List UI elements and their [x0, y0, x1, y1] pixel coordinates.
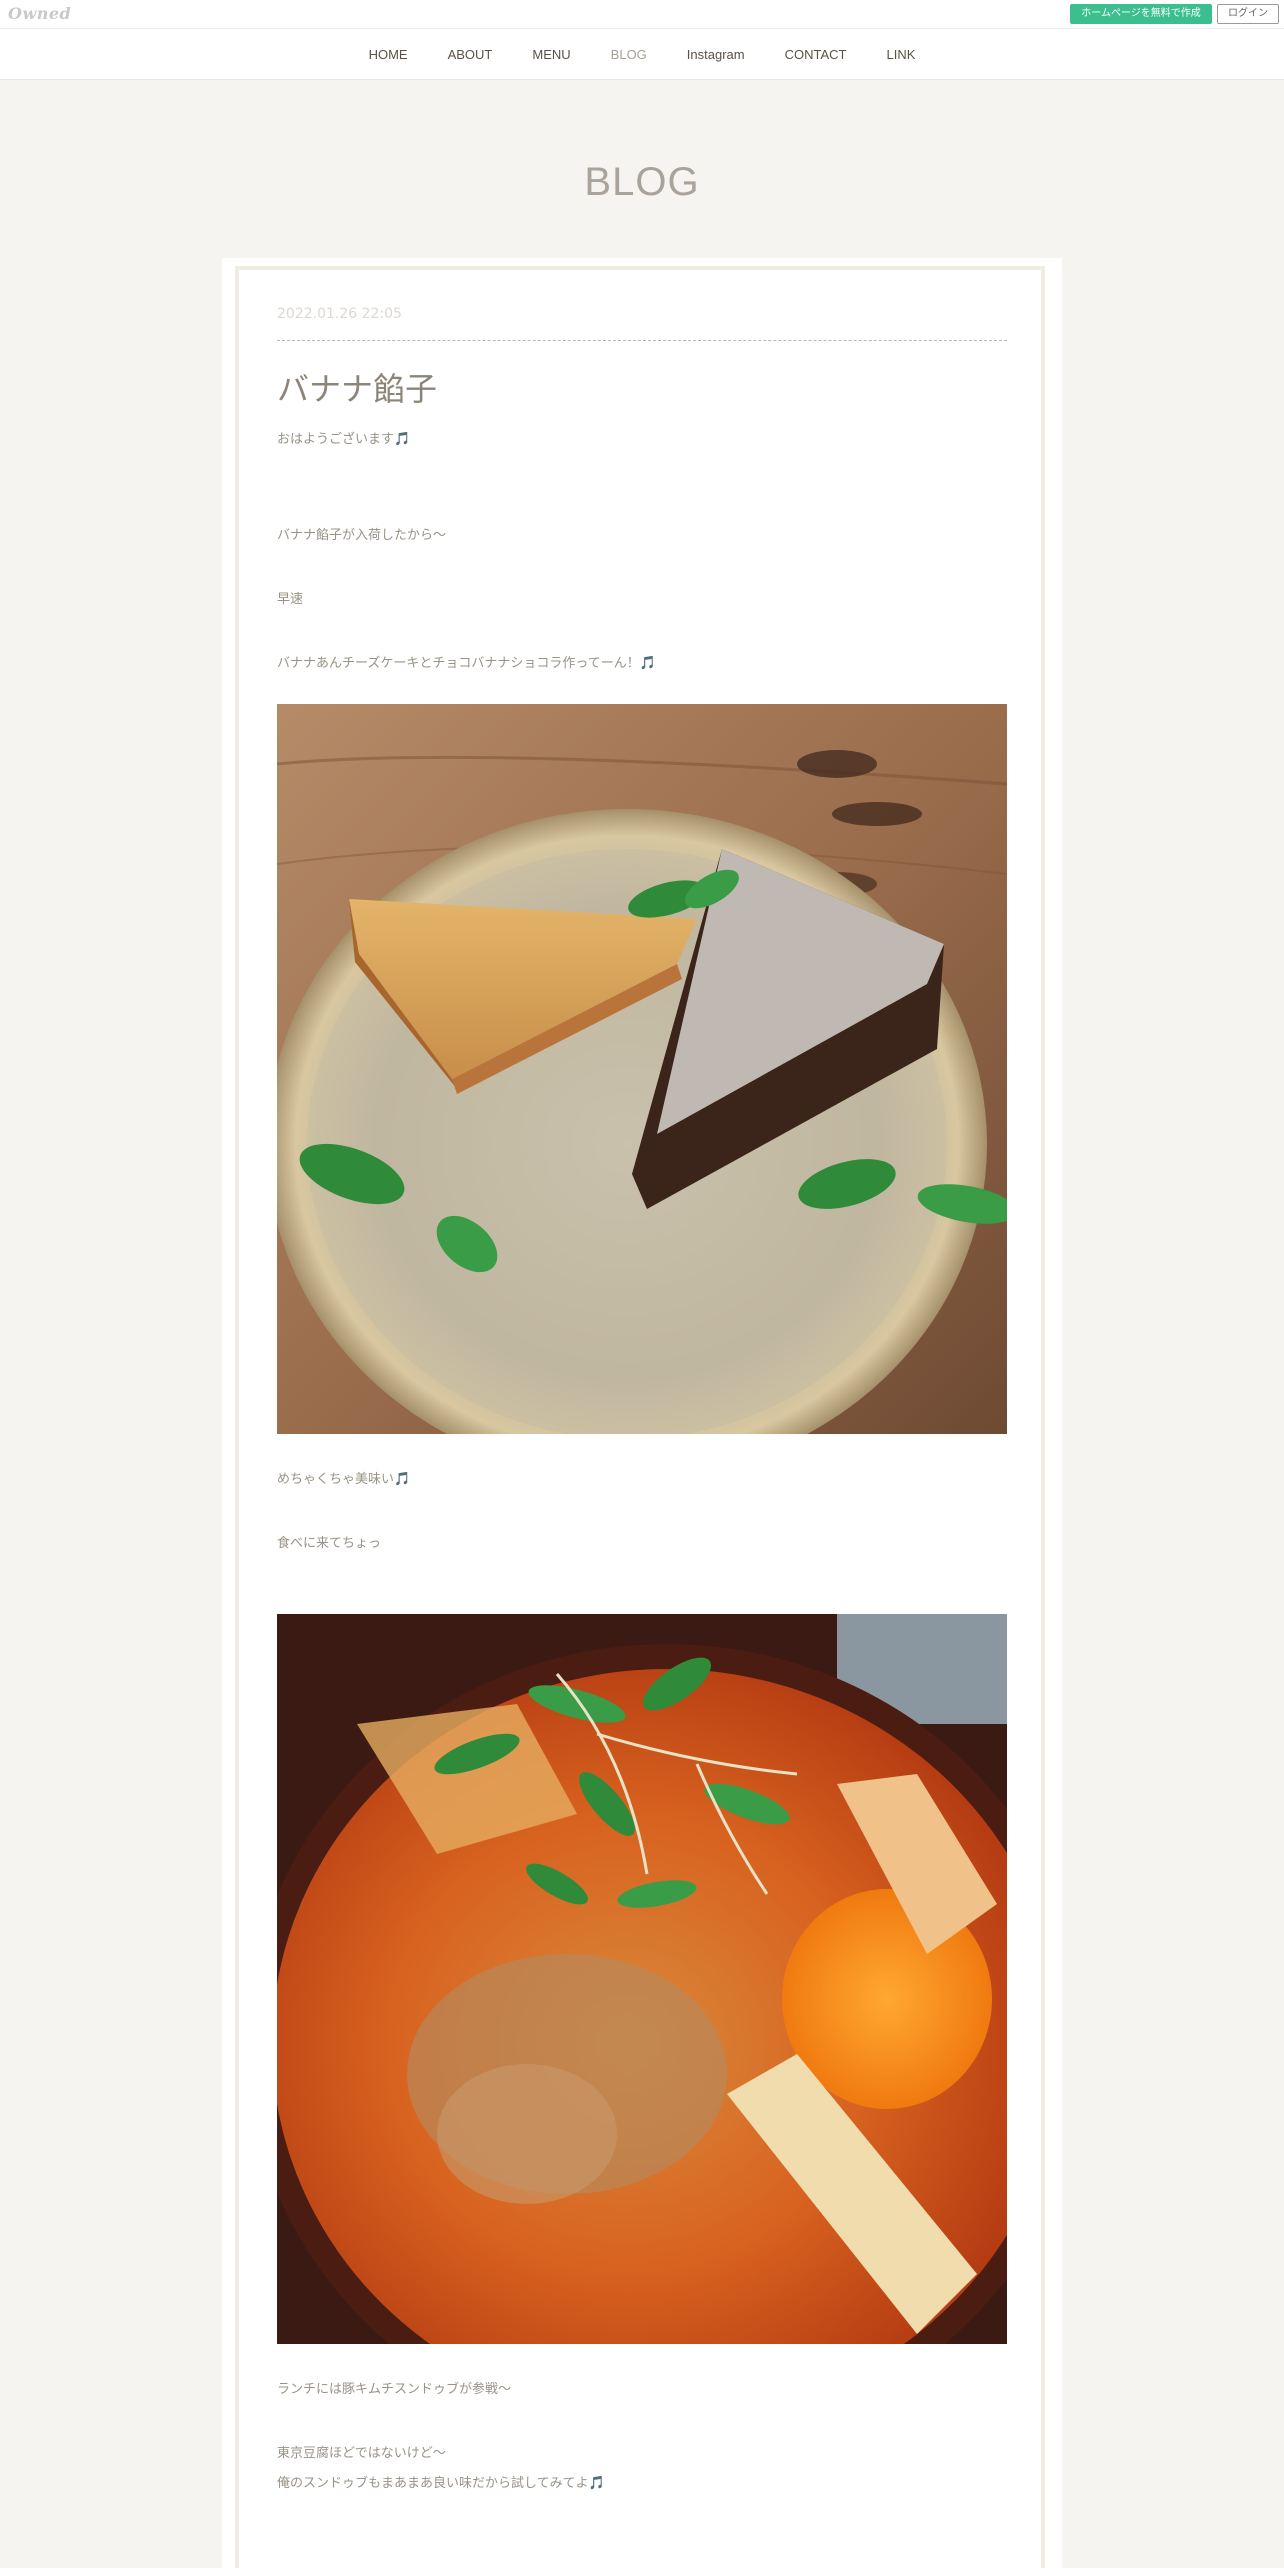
- sundubu-photo: [277, 1614, 1007, 2344]
- post-paragraph: ランチには豚キムチスンドゥブが参戦〜: [277, 2382, 512, 2397]
- post-paragraph: 俺のスンドゥブもまあまあ良い味だから試してみてよ🎵: [277, 2476, 605, 2491]
- nav-item-home[interactable]: HOME: [349, 47, 428, 62]
- post-title: バナナ餡子: [277, 370, 438, 408]
- nav-list: HOME ABOUT MENU BLOG Instagram CONTACT L…: [0, 29, 1284, 79]
- nav-item-contact[interactable]: CONTACT: [765, 47, 867, 62]
- post-paragraph: めちゃくちゃ美味い🎵: [277, 1472, 411, 1487]
- nav-item-menu[interactable]: MENU: [512, 47, 590, 62]
- owned-logo[interactable]: Owned: [8, 4, 71, 23]
- nav-item-instagram[interactable]: Instagram: [667, 47, 765, 62]
- nav-item-link[interactable]: LINK: [866, 47, 935, 62]
- post-paragraph: バナナ餡子が入荷したから〜: [277, 528, 447, 543]
- create-homepage-button[interactable]: ホームページを無料で作成: [1070, 4, 1212, 24]
- post-paragraph: 東京豆腐ほどではないけど〜: [277, 2446, 446, 2461]
- post-paragraph: 食べに来てちょっ: [277, 1536, 382, 1551]
- date-divider: [277, 340, 1007, 341]
- post-paragraph: 早速: [277, 592, 304, 607]
- post-paragraph: おはようございます🎵: [277, 432, 411, 447]
- post-date: 2022.01.26 22:05: [277, 306, 402, 322]
- nav-item-blog[interactable]: BLOG: [591, 47, 667, 62]
- nav-item-about[interactable]: ABOUT: [428, 47, 513, 62]
- page-title: BLOG: [584, 160, 700, 204]
- cake-photo: [277, 704, 1007, 1434]
- main-navigation: HOME ABOUT MENU BLOG Instagram CONTACT L…: [0, 29, 1284, 80]
- service-bar: Owned ホームページを無料で作成 ログイン: [0, 0, 1284, 29]
- login-button[interactable]: ログイン: [1217, 4, 1279, 24]
- post-paragraph: バナナあんチーズケーキとチョコバナナショコラ作ってーん！🎵: [277, 656, 656, 671]
